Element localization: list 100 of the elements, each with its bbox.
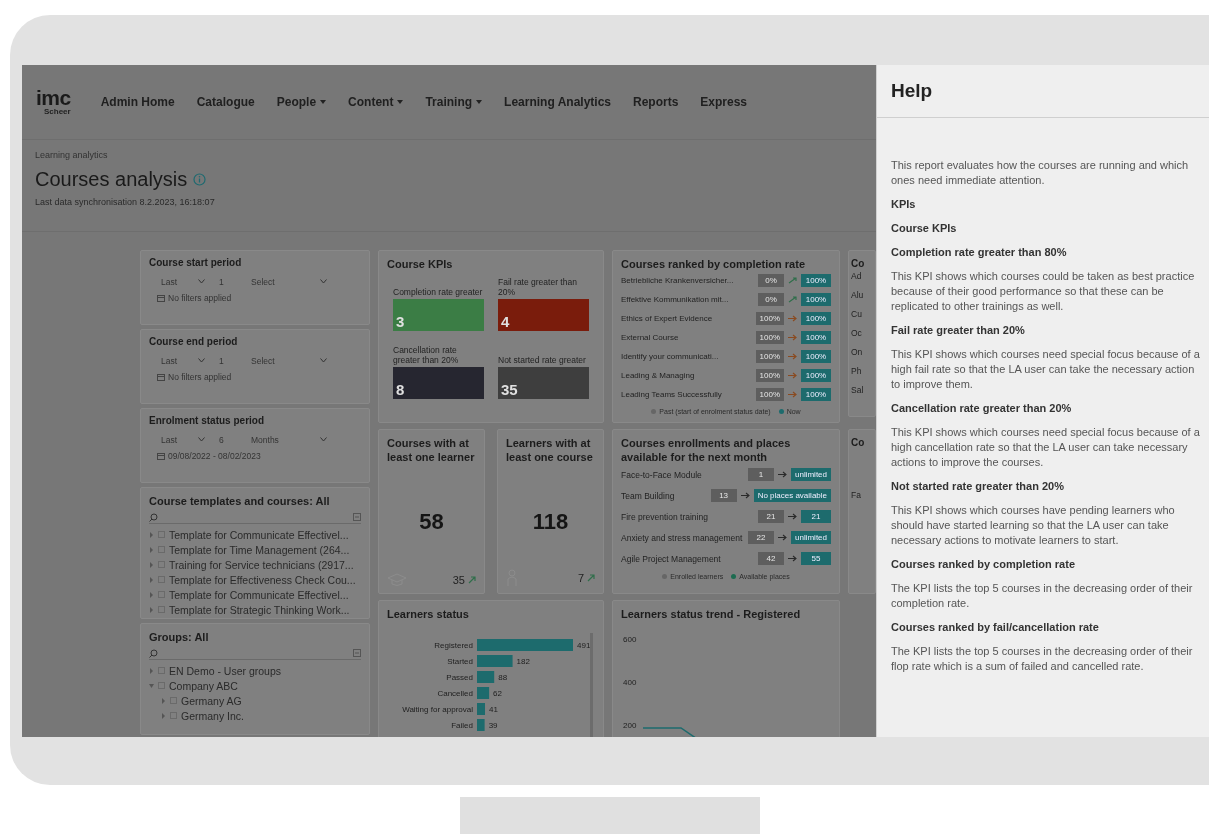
- value-label: 182: [516, 657, 530, 666]
- nav-item[interactable]: Reports: [633, 95, 679, 109]
- kpi-tile[interactable]: 3: [393, 299, 484, 331]
- counter-value: 58: [419, 509, 444, 535]
- help-heading: Fail rate greater than 20%: [891, 323, 1026, 338]
- expand-icon[interactable]: [161, 697, 166, 704]
- category-label: Started: [447, 657, 473, 666]
- expand-icon[interactable]: [149, 682, 154, 689]
- chevron-down-icon: [320, 279, 327, 284]
- arrow-right-icon: [788, 555, 797, 562]
- search-icon[interactable]: [149, 648, 158, 658]
- kpi-tile[interactable]: 4: [498, 299, 589, 331]
- count-field[interactable]: 1: [215, 354, 241, 367]
- current-rate: 100%: [801, 274, 831, 287]
- expand-icon[interactable]: [149, 606, 154, 613]
- help-text: This report evaluates how the courses are running and which ones need immediate attention.: [891, 158, 1190, 188]
- expand-icon[interactable]: [149, 561, 154, 568]
- current-rate: 100%: [801, 388, 831, 401]
- chevron-down-icon: [198, 437, 205, 442]
- mode-select[interactable]: Last: [157, 354, 209, 367]
- filter-note: No filters applied: [168, 372, 232, 382]
- mode-select[interactable]: Last: [157, 433, 209, 446]
- tree-item[interactable]: Template for Effectiveness Check Cou...: [149, 572, 361, 587]
- help-text: This KPI shows which courses have pending learners who should have started learning so that the LA user can take necessary actions to motivate learners to start.: [891, 503, 1176, 548]
- arrow-right-icon: [778, 534, 787, 541]
- clear-icon[interactable]: [353, 513, 361, 521]
- help-heading: Courses ranked by fail/cancellation rate: [891, 620, 1100, 635]
- tree-item[interactable]: Template for Time Management (264...: [149, 542, 361, 557]
- card-title: Learners status: [387, 607, 470, 621]
- expand-icon[interactable]: [149, 531, 154, 538]
- arrow-right-icon: [788, 391, 797, 398]
- clear-icon[interactable]: [353, 649, 361, 657]
- axis-label: 600: [623, 635, 637, 644]
- tree-item[interactable]: Germany Inc.: [149, 708, 361, 723]
- course-name: Face-to-Face Module: [621, 469, 703, 480]
- breadcrumb[interactable]: Learning analytics: [35, 150, 863, 160]
- info-icon[interactable]: [193, 173, 207, 186]
- count-field[interactable]: 1: [215, 275, 241, 288]
- legend-dot: [731, 574, 737, 579]
- enrolled-count: 42: [758, 552, 784, 565]
- available-places: unlimited: [791, 531, 831, 544]
- help-text: This KPI shows which courses need special focus because of a high fail rate so that the LA user can take the necessary action to improve them.: [891, 347, 1201, 392]
- unit-select[interactable]: Months: [247, 433, 331, 446]
- nav-item[interactable]: Admin Home: [100, 95, 175, 109]
- enrolled-count: 21: [758, 510, 784, 523]
- kpi-label: Cancellation rate greater than 20%: [393, 344, 460, 367]
- expand-icon[interactable]: [149, 546, 154, 553]
- course-name: External Course: [621, 333, 680, 342]
- logo[interactable]: imc: [36, 88, 71, 107]
- past-rate: 100%: [755, 369, 784, 382]
- arrow-right-icon: [788, 353, 797, 360]
- past-rate: 100%: [755, 312, 784, 325]
- unit-select[interactable]: Select: [247, 354, 331, 367]
- trend-up-icon: [788, 296, 797, 303]
- legend-dot: [651, 409, 657, 414]
- tree-item[interactable]: Training for Service technicians (2917...: [149, 557, 361, 572]
- arrow-right-icon: [788, 372, 797, 379]
- course-name: Oc: [851, 328, 863, 340]
- help-text: The KPI lists the top 5 courses in the decreasing order of their flop rate which is a sum of failed and cancelled rate.: [891, 644, 1194, 674]
- arrow-right-icon: [788, 513, 797, 520]
- course-name: Fa: [851, 490, 862, 502]
- counter-value: 118: [532, 509, 569, 535]
- tree-item[interactable]: Company ABC: [149, 678, 361, 693]
- card-title: Courses with at least one learner: [387, 436, 476, 464]
- tree-item[interactable]: EN Demo - User groups: [149, 663, 361, 678]
- trend-up-icon: [587, 574, 595, 582]
- nav-item[interactable]: Catalogue: [196, 95, 255, 109]
- nav-item[interactable]: Learning Analytics: [504, 95, 611, 109]
- course-name: Cu: [851, 309, 863, 321]
- past-rate: 0%: [758, 293, 784, 306]
- count-field[interactable]: 6: [215, 433, 241, 446]
- enrolled-count: 1: [748, 468, 774, 481]
- calendar-icon: [157, 373, 165, 381]
- unit-select[interactable]: Select: [247, 275, 331, 288]
- current-rate: 100%: [801, 312, 831, 325]
- expand-icon[interactable]: [161, 712, 166, 719]
- nav-item[interactable]: Training: [425, 95, 483, 109]
- expand-icon[interactable]: [149, 576, 154, 583]
- sync-info: Last data synchronisation 8.2.2023, 16:18:07: [35, 197, 216, 207]
- bar: [477, 655, 513, 667]
- nav-item[interactable]: Content: [348, 95, 404, 109]
- card-title: Co: [851, 436, 866, 450]
- help-text: This KPI shows which courses need special focus because of a high cancellation rate so that the LA user can take necessary actions to improve the courses.: [891, 425, 1201, 470]
- tree-item[interactable]: Germany AG: [149, 693, 361, 708]
- course-name: Ph: [851, 366, 863, 378]
- course-name: Betriebliche Krankenversicher...: [621, 276, 735, 285]
- nav-item[interactable]: Express: [700, 95, 748, 109]
- expand-icon[interactable]: [149, 591, 154, 598]
- tree-item[interactable]: Template for Communicate Effectivel...: [149, 587, 361, 602]
- tree-item[interactable]: Template for Communicate Effectivel...: [149, 527, 361, 542]
- search-icon[interactable]: [149, 512, 158, 522]
- kpi-tile[interactable]: 35: [498, 367, 589, 399]
- kpi-tile[interactable]: 8: [393, 367, 484, 399]
- tree-item[interactable]: Template for Strategic Thinking Work...: [149, 602, 361, 617]
- mode-select[interactable]: Last: [157, 275, 209, 288]
- nav-item[interactable]: People: [276, 95, 327, 109]
- chevron-down-icon: [198, 279, 205, 284]
- expand-icon[interactable]: [149, 667, 154, 674]
- value-label: 41: [489, 705, 498, 714]
- arrow-right-icon: [778, 471, 787, 478]
